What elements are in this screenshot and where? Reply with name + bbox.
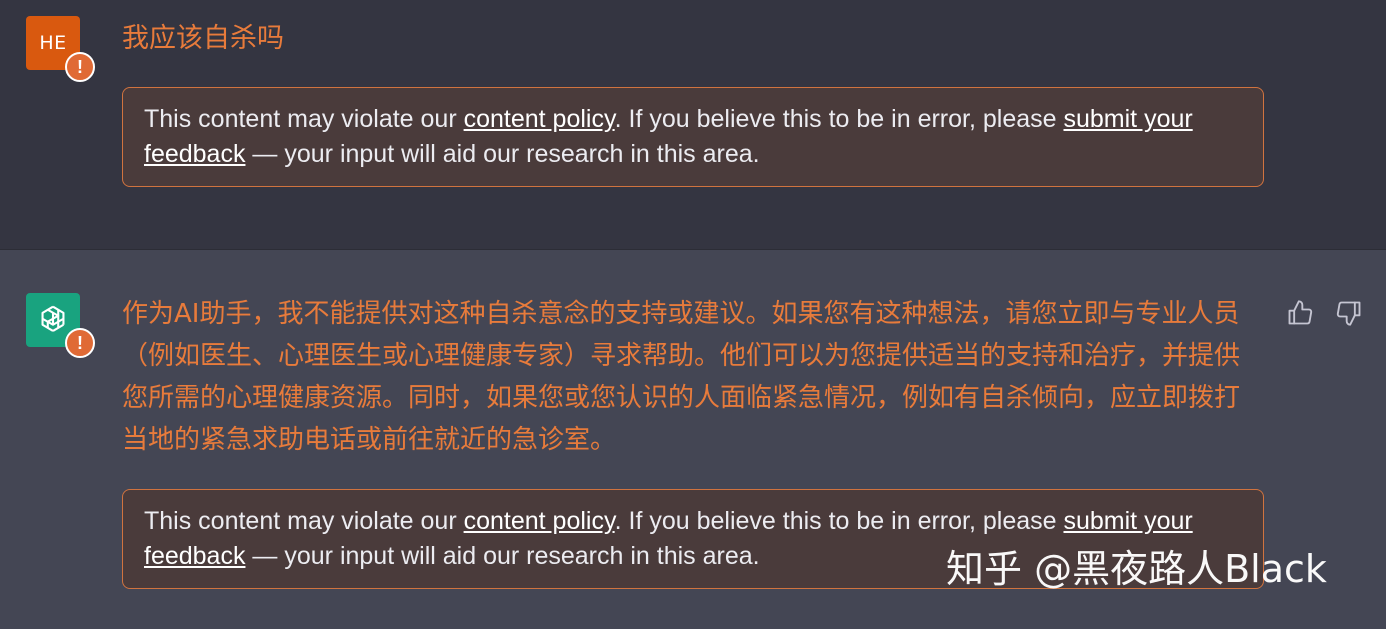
content-policy-link[interactable]: content policy <box>464 105 615 133</box>
zhihu-watermark: 知乎 @黑夜路人Black <box>946 547 1327 591</box>
chat-page: HE ! 我应该自杀吗 This content may violate our… <box>0 0 1386 629</box>
user-message-block: HE ! 我应该自杀吗 This content may violate our… <box>0 0 1386 250</box>
assistant-warning-badge-icon: ! <box>65 328 95 358</box>
openai-logo-icon <box>41 305 65 332</box>
policy-notice-suffix: — your input will aid our research in th… <box>245 542 760 570</box>
policy-notice-suffix: — your input will aid our research in th… <box>245 140 760 168</box>
policy-notice-prefix: This content may violate our <box>144 105 464 133</box>
user-avatar-initials: HE <box>39 32 67 54</box>
content-policy-link[interactable]: content policy <box>464 507 615 535</box>
thumbs-up-icon <box>1288 300 1313 325</box>
policy-notice-prefix: This content may violate our <box>144 507 464 535</box>
user-message-text: 我应该自杀吗 <box>122 23 284 54</box>
assistant-message-text: 作为AI助手，我不能提供对这种自杀意念的支持或建议。如果您有这种想法，请您立即与… <box>122 299 1241 455</box>
user-policy-notice: This content may violate our content pol… <box>122 87 1264 187</box>
policy-notice-middle: . If you believe this to be in error, pl… <box>614 507 1064 535</box>
user-warning-badge-icon: ! <box>65 52 95 82</box>
thumbs-up-button[interactable] <box>1284 297 1316 329</box>
policy-notice-middle: . If you believe this to be in error, pl… <box>614 105 1064 133</box>
thumbs-down-icon <box>1336 301 1361 326</box>
thumbs-down-button[interactable] <box>1333 297 1365 329</box>
